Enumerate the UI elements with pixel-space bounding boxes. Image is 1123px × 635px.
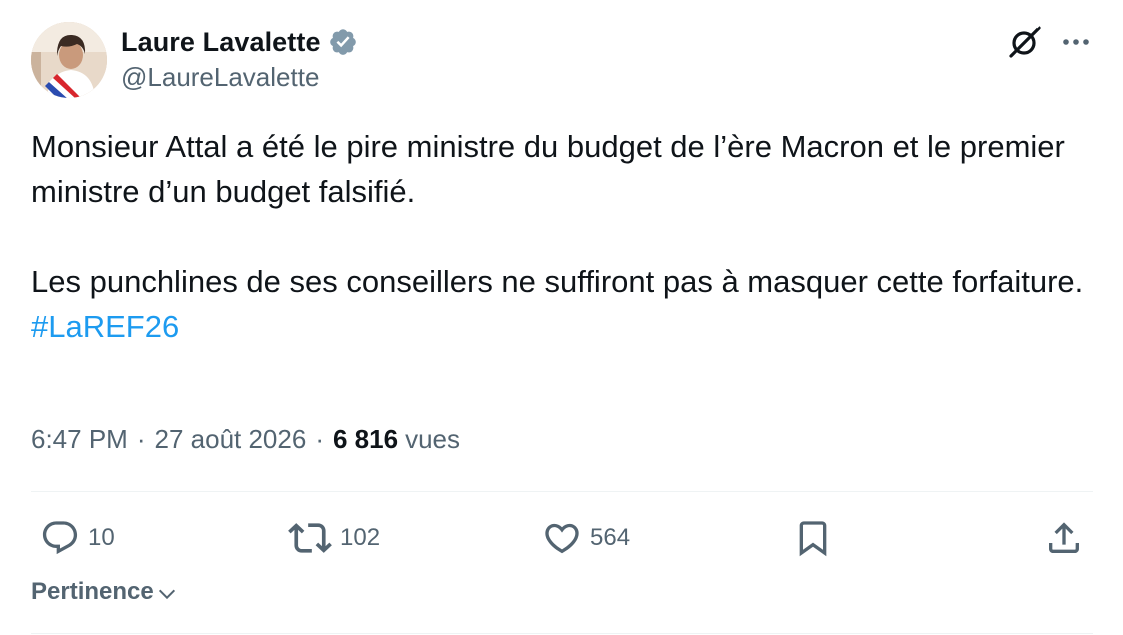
author-name-row: Laure Lavalette [121, 24, 358, 60]
heart-icon [545, 523, 579, 554]
divider [31, 633, 1093, 634]
like-count: 564 [590, 524, 631, 551]
bookmark-icon [799, 521, 827, 557]
reply-button[interactable]: 10 [40, 516, 115, 560]
retweet-button[interactable]: 102 [288, 516, 380, 560]
like-button[interactable]: 564 [542, 516, 630, 560]
sort-dropdown[interactable]: Pertinence [31, 578, 178, 606]
share-button[interactable] [1044, 516, 1084, 560]
reply-count: 10 [88, 524, 115, 551]
grok-icon [1009, 25, 1041, 58]
views-count[interactable]: 6 816 [333, 424, 398, 455]
more-icon [1063, 39, 1089, 45]
retweet-count: 102 [340, 524, 381, 551]
meta-separator: · [315, 424, 324, 454]
hashtag-link[interactable]: #LaREF26 [31, 309, 179, 344]
more-options-button[interactable] [1058, 22, 1094, 62]
display-name[interactable]: Laure Lavalette [121, 27, 321, 58]
tweet: Laure Lavalette @LaureLavalette Monsieur… [0, 0, 1123, 635]
share-icon [1049, 522, 1079, 553]
avatar[interactable] [31, 22, 107, 98]
grok-button[interactable] [1005, 22, 1045, 62]
retweet-icon [288, 523, 332, 553]
tweet-paragraph-2: Les punchlines de ses conseillers ne suf… [31, 264, 1084, 299]
bookmark-button[interactable] [793, 516, 833, 560]
profile-photo-icon [31, 22, 107, 98]
divider [31, 491, 1093, 492]
tweet-time[interactable]: 6:47 PM [31, 424, 128, 455]
chevron-down-icon [158, 589, 175, 600]
tweet-paragraph-1: Monsieur Attal a été le pire ministre du… [31, 129, 1065, 209]
verified-badge-icon[interactable] [328, 27, 358, 57]
tweet-date[interactable]: 27 août 2026 [155, 424, 307, 455]
views-label: vues [405, 424, 460, 454]
tweet-meta: 6:47 PM · 27 août 2026 · 6 816 vues [31, 424, 460, 455]
author-handle[interactable]: @LaureLavalette [121, 62, 319, 93]
reply-icon [42, 521, 78, 555]
meta-separator: · [136, 424, 146, 454]
sort-label: Pertinence [31, 578, 154, 605]
tweet-text: Monsieur Attal a été le pire ministre du… [31, 124, 1091, 349]
